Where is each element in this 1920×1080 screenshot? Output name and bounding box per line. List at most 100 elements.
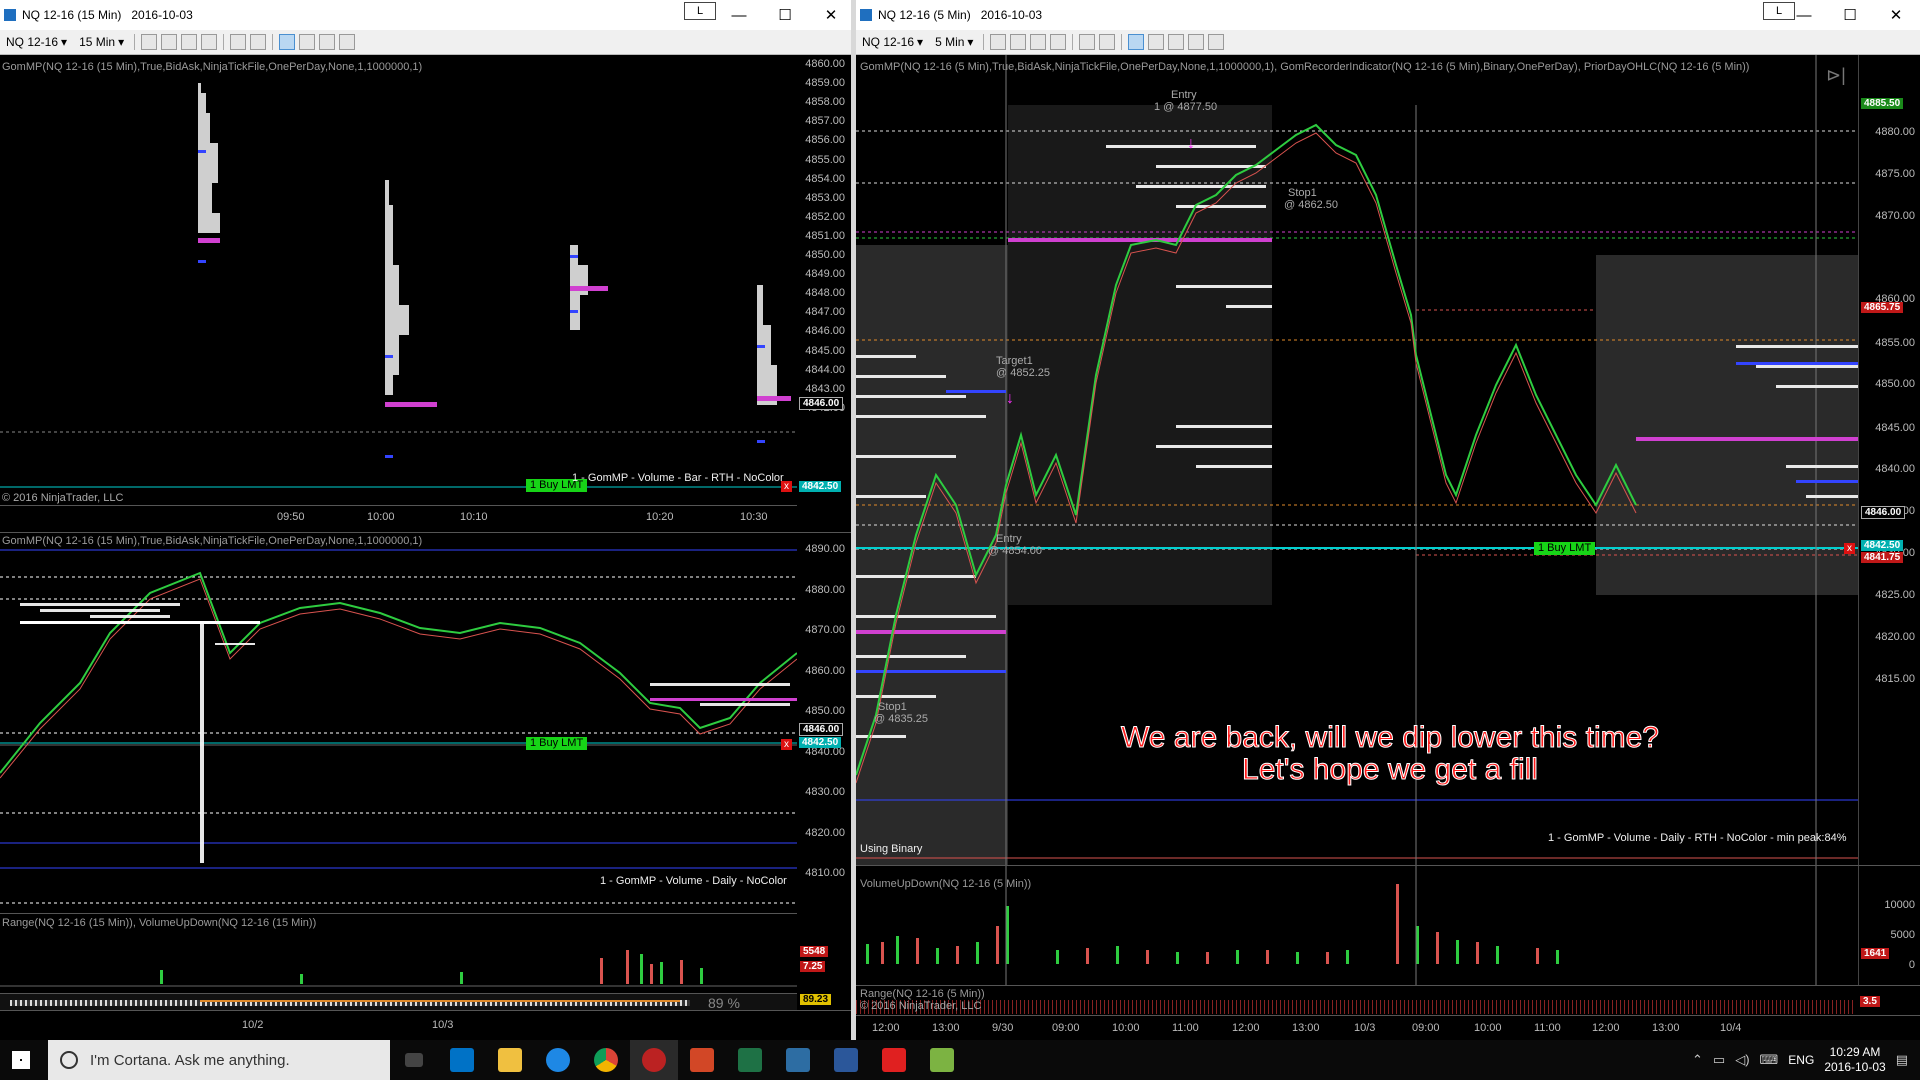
strategies-icon[interactable] (319, 34, 336, 50)
left-lower-range-tag: 7.25 (800, 961, 826, 972)
entry2-label: Entry (996, 533, 1022, 545)
cortana-placeholder: I'm Cortana. Ask me anything. (90, 1051, 290, 1069)
word-icon[interactable] (822, 1040, 870, 1080)
right-tag-order: 4842.50 (1861, 540, 1904, 551)
right-range-tag: 3.5 (1860, 996, 1880, 1007)
pencil-icon[interactable] (1010, 34, 1027, 50)
price-tick: 4875.00 (1875, 168, 1915, 180)
chevron-up-icon[interactable]: ⌃ (1692, 1052, 1703, 1068)
right-window-title-symbol: NQ 12-16 (5 Min) (878, 8, 971, 22)
time-label: 12:00 (872, 1022, 900, 1034)
volume-tick: 0 (1908, 959, 1915, 971)
price-tick: 4850.00 (805, 249, 845, 261)
task-view-icon[interactable] (390, 1040, 438, 1080)
tws-icon[interactable] (774, 1040, 822, 1080)
maximize-icon[interactable]: ☐ (762, 6, 808, 24)
left-upper-time-axis: 09:50 10:00 10:10 10:20 10:30 (0, 505, 797, 532)
keyboard-icon[interactable]: ⌨ (1760, 1052, 1779, 1068)
stop-price: @ 4862.50 (1284, 199, 1338, 211)
zoom-icon[interactable] (250, 34, 267, 50)
close-icon[interactable]: ✕ (808, 6, 854, 24)
time-label: 09:50 (277, 511, 305, 523)
price-tick: 4856.00 (805, 134, 845, 147)
price-tick: 4880.00 (1875, 126, 1915, 138)
left-instrument-selector[interactable]: NQ 12-16 ▾ (0, 35, 73, 49)
minimize-icon[interactable]: — (716, 7, 762, 24)
pin-icon[interactable] (1030, 34, 1047, 50)
left-upper-profiles (0, 83, 797, 488)
close-icon[interactable]: ✕ (1873, 6, 1919, 24)
data-box-icon[interactable] (1208, 34, 1225, 50)
properties-icon[interactable] (1188, 34, 1205, 50)
eraser-icon[interactable] (1050, 34, 1067, 50)
left-lower-buy-order[interactable]: 1 Buy LMT (526, 737, 588, 750)
clock-date: 2016-10-03 (1824, 1060, 1886, 1074)
eraser-icon[interactable] (201, 34, 218, 50)
pointer-icon[interactable] (230, 34, 247, 50)
right-volume-axis: 10000 5000 0 1641 (1858, 866, 1920, 986)
indicators-icon[interactable] (1148, 34, 1165, 50)
left-lower-order-price: 4842.50 (799, 737, 842, 748)
outlook-icon[interactable] (438, 1040, 486, 1080)
chevron-down-icon: ▾ (967, 35, 974, 49)
pin-icon[interactable] (181, 34, 198, 50)
time-label: 10:00 (367, 511, 395, 523)
file-explorer-icon[interactable] (486, 1040, 534, 1080)
right-cancel-order[interactable]: x (1844, 543, 1855, 554)
stop2-price: @ 4835.25 (874, 713, 928, 725)
left-upper-chart[interactable]: GomMP(NQ 12-16 (15 Min),True,BidAsk,Ninj… (0, 55, 851, 533)
right-interval-selector[interactable]: 5 Min ▾ (929, 35, 979, 49)
volume-icon[interactable]: ◁) (1735, 1052, 1749, 1068)
price-tick: 4843.00 (805, 382, 845, 395)
indicators-icon[interactable] (299, 34, 316, 50)
right-instrument-selector[interactable]: NQ 12-16 ▾ (856, 35, 929, 49)
zoom-icon[interactable] (1099, 34, 1116, 50)
right-buy-order[interactable]: 1 Buy LMT (1534, 542, 1596, 555)
price-tick: 4855.00 (1875, 337, 1915, 349)
target-label: Target1 (996, 355, 1033, 367)
left-lower-indicator-pane: Range(NQ 12-16 (15 Min)), VolumeUpDown(N… (0, 913, 797, 994)
chrome-icon[interactable] (582, 1040, 630, 1080)
left-lower-chart[interactable]: GomMP(NQ 12-16 (15 Min),True,BidAsk,Ninj… (0, 533, 851, 1010)
right-window-titlebar[interactable]: NQ 12-16 (5 Min) 2016-10-03 L — ☐ ✕ (856, 0, 1920, 30)
right-volume-pane[interactable]: VolumeUpDown(NQ 12-16 (5 Min)) 10000 500… (856, 865, 1920, 986)
drawing-tool-icon[interactable] (141, 34, 158, 50)
left-lower-cancel-order[interactable]: x (781, 739, 792, 750)
powerpoint-icon[interactable] (678, 1040, 726, 1080)
ninjatrader-icon[interactable] (630, 1040, 678, 1080)
clock[interactable]: 10:29 AM 2016-10-03 (1824, 1045, 1885, 1075)
right-range-pane[interactable]: Range(NQ 12-16 (5 Min)) © 2016 NinjaTrad… (856, 985, 1920, 1016)
time-label: 10:30 (740, 511, 768, 523)
greenshot-icon[interactable] (918, 1040, 966, 1080)
network-icon[interactable]: ▭ (1713, 1052, 1725, 1068)
acrobat-icon[interactable] (870, 1040, 918, 1080)
windows-start-icon[interactable] (12, 1051, 30, 1069)
left-link-button[interactable]: L (684, 2, 716, 20)
left-interval-selector[interactable]: 15 Min ▾ (73, 35, 130, 49)
right-toolbar: NQ 12-16 ▾ 5 Min ▾ (856, 30, 1920, 55)
left-window-title-symbol: NQ 12-16 (15 Min) (22, 8, 122, 22)
maximize-icon[interactable]: ☐ (1827, 6, 1873, 24)
pointer-icon[interactable] (1079, 34, 1096, 50)
chevron-down-icon: ▾ (118, 35, 125, 49)
chart-icon (4, 9, 16, 21)
strategies-icon[interactable] (1168, 34, 1185, 50)
pencil-icon[interactable] (161, 34, 178, 50)
bar-type-icon[interactable] (990, 34, 1007, 50)
chart-trader-icon[interactable] (1128, 34, 1145, 50)
chevron-down-icon: ▾ (61, 35, 68, 49)
price-tick: 4848.00 (805, 287, 845, 300)
time-label: 12:00 (1232, 1022, 1260, 1034)
chart-trader-icon[interactable] (279, 34, 296, 50)
cortana-search-box[interactable]: I'm Cortana. Ask me anything. (48, 1040, 390, 1080)
excel-icon[interactable] (726, 1040, 774, 1080)
minimize-icon[interactable]: — (1781, 7, 1827, 24)
properties-icon[interactable] (339, 34, 356, 50)
edge-icon[interactable] (534, 1040, 582, 1080)
left-window-titlebar[interactable]: NQ 12-16 (15 Min) 2016-10-03 L — ☐ ✕ (0, 0, 851, 30)
right-tag-low: 4841.75 (1861, 552, 1904, 563)
left-upper-price-axis: 4860.00 4859.00 4858.00 4857.00 4856.00 4855.… (797, 55, 851, 505)
notification-icon[interactable]: ▤ (1896, 1052, 1908, 1068)
language-indicator[interactable]: ENG (1788, 1053, 1814, 1067)
time-label: 12:00 (1592, 1022, 1620, 1034)
